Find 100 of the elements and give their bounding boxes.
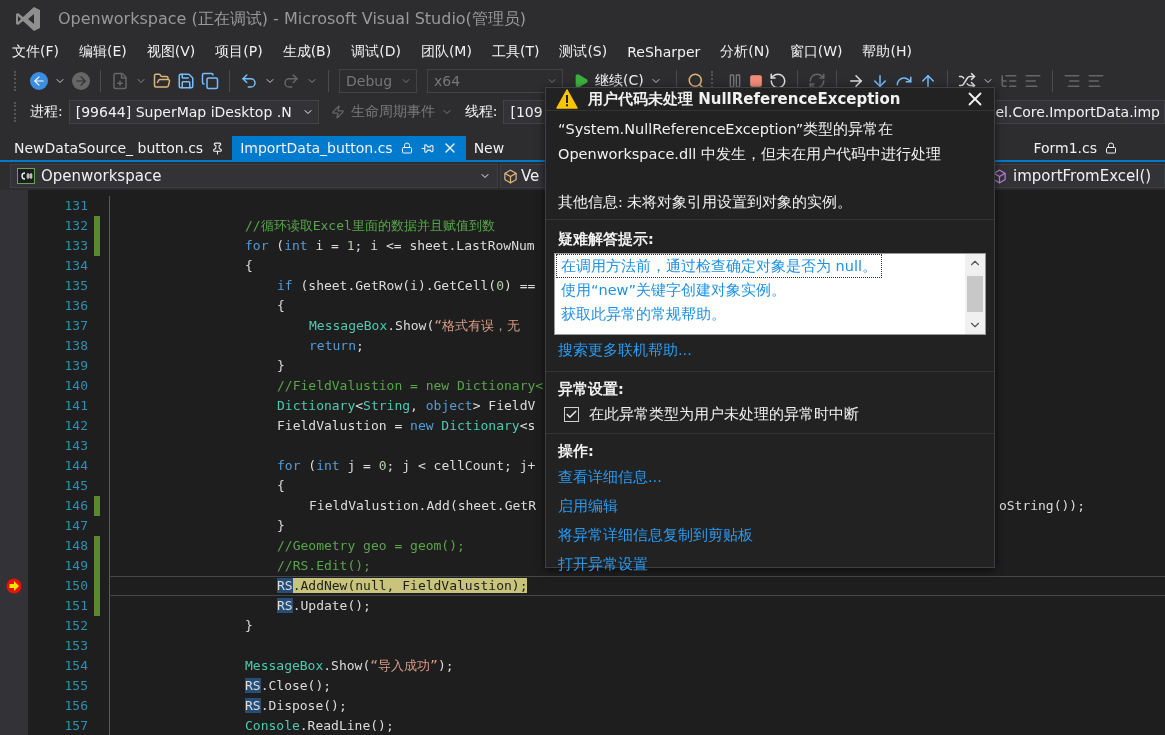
lightning-icon — [330, 105, 345, 119]
code-line: oString()); — [998, 497, 1086, 515]
code-line: { — [277, 477, 285, 495]
line-number: 131 — [63, 197, 89, 215]
refresh-icon[interactable] — [807, 72, 826, 90]
tip-link[interactable]: 在调用方法前，通过检查确定对象是否为 null。 — [557, 255, 882, 277]
menu-item[interactable]: 窗口(W) — [781, 43, 851, 61]
document-tab[interactable]: New — [465, 136, 513, 160]
window-title: Openworkspace (正在调试) - Microsoft Visual Studio(管理员) — [58, 8, 527, 30]
menu-item[interactable]: 视图(V) — [138, 43, 204, 61]
csharp-project-icon — [17, 168, 35, 184]
document-tab[interactable]: Form1.cs — [1025, 136, 1125, 160]
menu-item[interactable]: 分析(N) — [712, 43, 778, 61]
tips-listbox[interactable]: 在调用方法前，通过检查确定对象是否为 null。 使用“new”关键字创建对象实例。 获取此异常的常规帮助。 — [554, 253, 986, 335]
restart-icon[interactable] — [768, 72, 787, 90]
open-folder-icon[interactable] — [153, 72, 171, 90]
menu-item[interactable]: 测试(S) — [551, 43, 616, 61]
exception-title: 用户代码未处理 NullReferenceException — [588, 89, 902, 109]
document-tab[interactable]: NewDataSource_ button.cs — [6, 136, 233, 160]
pin-icon[interactable] — [211, 141, 225, 155]
line-number: 142 — [63, 417, 89, 435]
back-icon[interactable] — [30, 72, 48, 90]
project-dropdown[interactable]: Openworkspace — [10, 164, 498, 188]
action-link[interactable]: 启用编辑 — [558, 493, 618, 519]
tip-link[interactable]: 获取此异常的常规帮助。 — [557, 303, 730, 325]
action-link[interactable]: 将异常详细信息复制到剪贴板 — [558, 522, 753, 548]
section-heading: 操作: — [558, 442, 595, 461]
save-icon[interactable] — [177, 72, 195, 90]
code-line: return; — [309, 337, 364, 355]
line-number: 150 — [63, 577, 89, 595]
code-line: { — [245, 257, 253, 275]
menu-item[interactable]: ReSharper — [619, 44, 709, 60]
code-line: MessageBox.Show(“导入成功”); — [245, 657, 454, 675]
menu-item[interactable]: 文件(F) — [4, 43, 67, 61]
line-number: 140 — [63, 377, 89, 395]
line-number: 141 — [63, 397, 89, 415]
checkbox-label: 在此异常类型为用户未处理的异常时中断 — [589, 404, 859, 424]
code-line: if (sheet.GetRow(i).GetCell(0) == — [277, 277, 536, 295]
scrollbar[interactable] — [965, 254, 985, 334]
undo-icon[interactable] — [240, 72, 258, 90]
continue-button[interactable]: 继续(C) — [569, 72, 666, 90]
line-number: 152 — [63, 617, 89, 635]
menu-item[interactable]: 帮助(H) — [854, 43, 920, 61]
code-line: { — [277, 297, 285, 315]
section-heading: 异常设置: — [558, 380, 625, 399]
align-left-icon[interactable] — [1023, 72, 1042, 90]
tip-link[interactable]: 使用“new”关键字创建对象实例。 — [557, 279, 790, 301]
section-heading: 疑难解答提示: — [557, 230, 655, 249]
code-line: for (int j = 0; j < cellCount; j+ — [277, 457, 536, 475]
line-number: 138 — [63, 337, 89, 355]
break-checkbox[interactable] — [564, 406, 579, 422]
menu-item[interactable]: 生成(B) — [274, 43, 340, 61]
code-line: //RS.Edit(); — [277, 557, 371, 575]
process-label: 进程: — [30, 103, 63, 121]
code-line: //循环读取Excel里面的数据并且赋值到数 — [245, 217, 495, 235]
play-icon — [573, 73, 589, 89]
find-icon[interactable] — [686, 72, 705, 90]
menu-item[interactable]: 团队(M) — [412, 43, 480, 61]
line-number: 149 — [63, 557, 89, 575]
menu-item[interactable]: 项目(P) — [207, 43, 271, 61]
process-dropdown[interactable]: [99644] SuperMap iDesktop .N — [68, 100, 319, 124]
exception-message: Openworkspace.dll 中发生，但未在用户代码中进行处理 — [558, 145, 942, 164]
code-line: FieldValustion.Add(sheet.GetR — [309, 497, 536, 515]
action-link[interactable]: 打开异常设置 — [558, 551, 648, 577]
code-line: } — [245, 617, 253, 635]
line-number: 156 — [63, 697, 89, 715]
code-line: //FieldValustion = new Dictionary< — [277, 377, 544, 395]
menu-item[interactable]: 调试(D) — [343, 43, 409, 61]
code-line: } — [277, 357, 285, 375]
code-line: //Geometry geo = geom(); — [277, 537, 465, 555]
code-line: for (int i = 1; i <= sheet.LastRowNum — [245, 237, 535, 255]
line-number: 154 — [63, 657, 89, 675]
line-number: 144 — [63, 457, 89, 475]
toolbar-grip[interactable] — [14, 102, 18, 122]
menu-item[interactable]: 编辑(E) — [71, 43, 135, 61]
line-number: 135 — [63, 277, 89, 295]
cube-icon — [503, 168, 518, 184]
code-line: Dictionary<String, object> FieldV — [277, 397, 536, 415]
line-number: 133 — [63, 237, 89, 255]
forward-icon[interactable] — [72, 72, 90, 90]
line-number: 148 — [63, 537, 89, 555]
line-number: 134 — [63, 257, 89, 275]
exception-message: “System.NullReferenceException”类型的异常在 — [558, 120, 895, 139]
code-line: RS.Update(); — [277, 597, 371, 615]
action-link[interactable]: 查看详细信息... — [558, 464, 662, 490]
new-file-icon[interactable] — [111, 72, 129, 90]
toolbar-grip[interactable] — [14, 71, 18, 91]
code-line: RS.Close(); — [245, 677, 332, 695]
menu-item[interactable]: 工具(T) — [483, 43, 548, 61]
thread-label: 线程: — [464, 103, 498, 121]
line-number: 139 — [63, 357, 89, 375]
line-number: 136 — [63, 297, 89, 315]
line-number: 151 — [63, 597, 89, 615]
help-link[interactable]: 搜索更多联机帮助... — [554, 337, 692, 363]
document-tab[interactable]: ImportData_button.cs — [232, 136, 466, 160]
stop-icon[interactable] — [748, 74, 763, 88]
redo-icon[interactable] — [282, 72, 300, 90]
lock-icon — [400, 142, 413, 154]
code-line: FieldValustion = new Dictionary<s — [277, 417, 536, 435]
cube-icon — [992, 168, 1007, 184]
